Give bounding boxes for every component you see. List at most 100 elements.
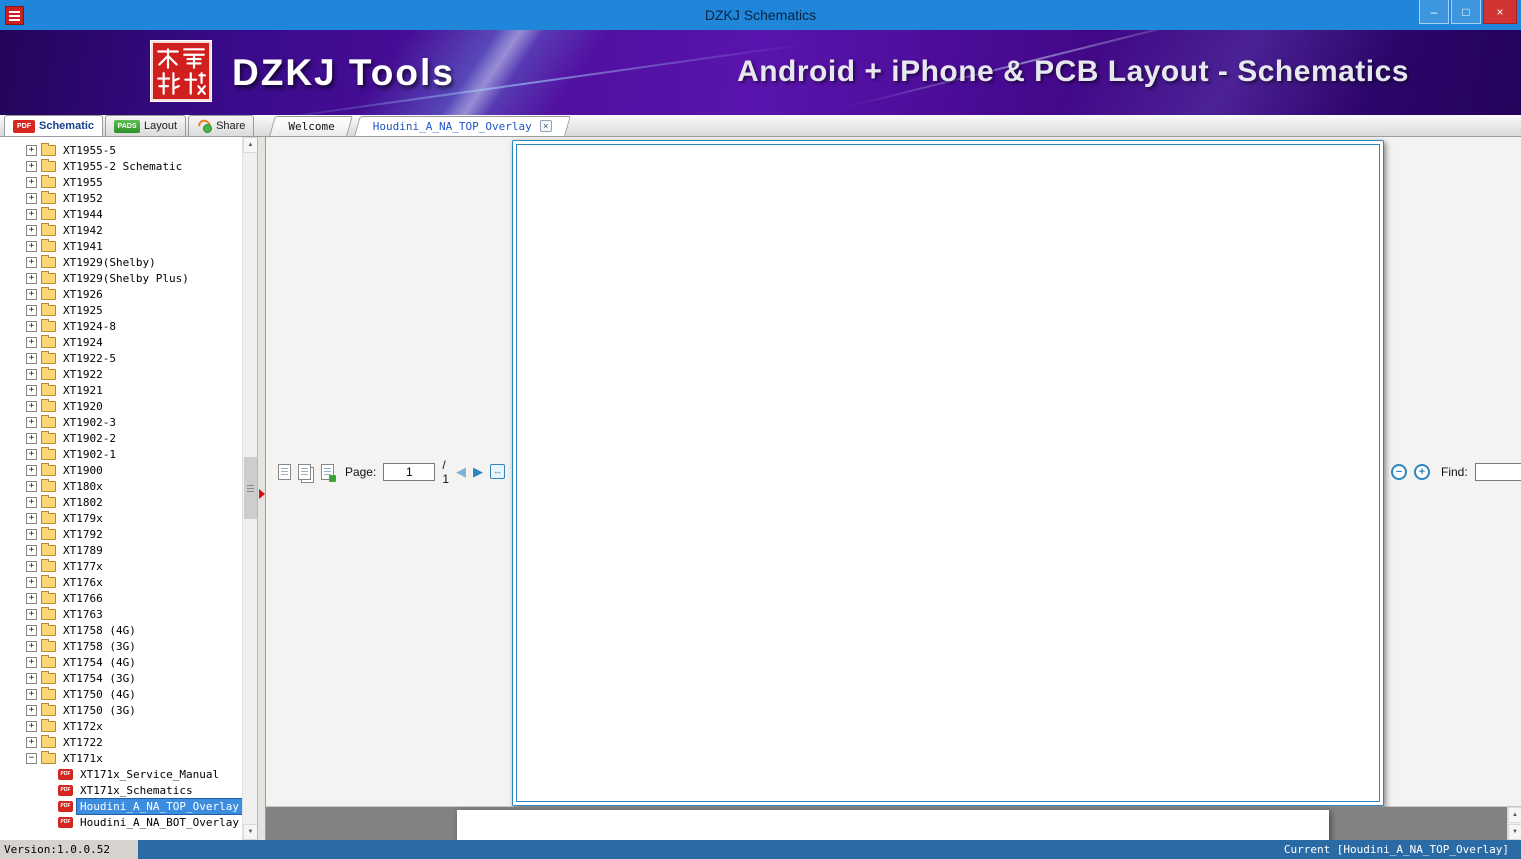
expand-icon[interactable]: + [26,449,37,460]
expand-icon[interactable]: + [26,593,37,604]
maximize-button[interactable]: □ [1451,0,1481,24]
tree-item[interactable]: +XT1754 (4G) [0,654,242,670]
tree-item[interactable]: +XT1754 (3G) [0,670,242,686]
tree-item[interactable]: +XT1750 (4G) [0,686,242,702]
tree-item[interactable]: +XT1902-1 [0,446,242,462]
tree-item[interactable]: +XT1920 [0,398,242,414]
tree-item[interactable]: +XT180x [0,478,242,494]
expand-icon[interactable]: + [26,609,37,620]
expand-icon[interactable]: + [26,177,37,188]
expand-icon[interactable]: + [26,193,37,204]
tree-item[interactable]: +XT1902-2 [0,430,242,446]
expand-icon[interactable]: + [26,337,37,348]
expand-icon[interactable]: + [26,305,37,316]
page-input[interactable] [383,463,435,481]
mode-tab-share[interactable]: Share [188,115,254,136]
sidebar-splitter[interactable] [257,137,266,840]
continuous-view-icon[interactable] [321,464,334,480]
tree-item[interactable]: +XT1792 [0,526,242,542]
tree-item[interactable]: +XT1921 [0,382,242,398]
expand-icon[interactable]: + [26,321,37,332]
scroll-down-icon[interactable]: ▼ [1508,824,1521,840]
expand-icon[interactable]: + [26,721,37,732]
fit-page-icon[interactable] [512,140,1384,806]
next-page-icon[interactable]: ▶ [473,465,483,478]
expand-icon[interactable]: + [26,513,37,524]
minimize-button[interactable]: – [1419,0,1449,24]
doc-tab-welcome[interactable]: Welcome [272,116,350,136]
expand-icon[interactable]: + [26,257,37,268]
tree-item[interactable]: +XT1763 [0,606,242,622]
tree-item[interactable]: +XT1802 [0,494,242,510]
expand-icon[interactable]: + [26,433,37,444]
tree-item[interactable]: +XT1955 [0,174,242,190]
pdf-canvas[interactable]: 3600H1000 ▲ ▼ [266,807,1521,840]
tree-item[interactable]: +XT1942 [0,222,242,238]
tree-item[interactable]: +XT1952 [0,190,242,206]
tree-item[interactable]: +XT172x [0,718,242,734]
tree-item[interactable]: +XT179x [0,510,242,526]
expand-icon[interactable]: + [26,353,37,364]
tree-item[interactable]: +XT1722 [0,734,242,750]
tree-item[interactable]: +XT1925 [0,302,242,318]
tree-item[interactable]: +XT1922 [0,366,242,382]
scroll-up-icon[interactable]: ▲ [243,137,258,153]
tree-item[interactable]: +XT1758 (3G) [0,638,242,654]
mode-tab-layout[interactable]: PADSLayout [105,115,186,136]
expand-icon[interactable]: + [26,657,37,668]
viewer-scrollbar[interactable]: ▲ ▼ [1507,807,1521,840]
expand-icon[interactable]: + [26,673,37,684]
expand-icon[interactable]: + [26,401,37,412]
tree-item[interactable]: +XT1900 [0,462,242,478]
fit-width-icon[interactable]: ↔ [490,464,505,479]
expand-icon[interactable]: + [26,417,37,428]
expand-icon[interactable]: + [26,737,37,748]
expand-icon[interactable]: + [26,497,37,508]
expand-icon[interactable]: + [26,241,37,252]
expand-icon[interactable]: + [26,545,37,556]
tree-item[interactable]: +XT176x [0,574,242,590]
expand-icon[interactable]: + [26,273,37,284]
tree-item[interactable]: +XT1922-5 [0,350,242,366]
expand-icon[interactable]: + [26,625,37,636]
tree-item[interactable]: +XT1789 [0,542,242,558]
tree-item[interactable]: +XT1766 [0,590,242,606]
tree-item[interactable]: +XT1924-8 [0,318,242,334]
tree-item[interactable]: +XT1929(Shelby Plus) [0,270,242,286]
tree-item[interactable]: +XT1902-3 [0,414,242,430]
collapse-icon[interactable]: − [26,753,37,764]
expand-icon[interactable]: + [26,289,37,300]
tree-item[interactable]: +XT1758 (4G) [0,622,242,638]
expand-icon[interactable]: + [26,385,37,396]
collapse-sidebar-icon[interactable] [259,489,265,499]
expand-icon[interactable]: + [26,145,37,156]
tree-item[interactable]: +XT1941 [0,238,242,254]
expand-icon[interactable]: + [26,577,37,588]
expand-icon[interactable]: + [26,705,37,716]
mode-tab-schematic[interactable]: PDFSchematic [4,115,103,136]
expand-icon[interactable]: + [26,641,37,652]
expand-icon[interactable]: + [26,209,37,220]
find-input[interactable] [1475,463,1521,481]
prev-page-icon[interactable]: ◀ [456,465,466,478]
tree-item[interactable]: PDFXT171x_Service_Manual [0,766,242,782]
tree-item[interactable]: PDFHoudini_A_NA_TOP_Overlay [0,798,242,814]
doc-tab-houdini_a_na_top_overlay[interactable]: Houdini_A_NA_TOP_Overlay× [357,116,568,136]
tree-scrollbar-thumb[interactable] [244,457,257,519]
tree-item[interactable]: +XT1750 (3G) [0,702,242,718]
expand-icon[interactable]: + [26,481,37,492]
tree-item[interactable]: −XT171x [0,750,242,766]
tree-item[interactable]: PDFXT171x_Schematics [0,782,242,798]
expand-icon[interactable]: + [26,689,37,700]
tree-item[interactable]: +XT1926 [0,286,242,302]
tree-item[interactable]: +XT1955-5 [0,142,242,158]
tree-scrollbar[interactable]: ▲ ▼ [242,137,257,840]
tree-item[interactable]: +XT1944 [0,206,242,222]
expand-icon[interactable]: + [26,529,37,540]
zoom-out-icon[interactable]: − [1391,464,1407,480]
close-button[interactable]: × [1483,0,1517,24]
tree-item[interactable]: +XT1929(Shelby) [0,254,242,270]
expand-icon[interactable]: + [26,161,37,172]
tree-item[interactable]: +XT1924 [0,334,242,350]
facing-pages-view-icon[interactable] [298,464,311,480]
